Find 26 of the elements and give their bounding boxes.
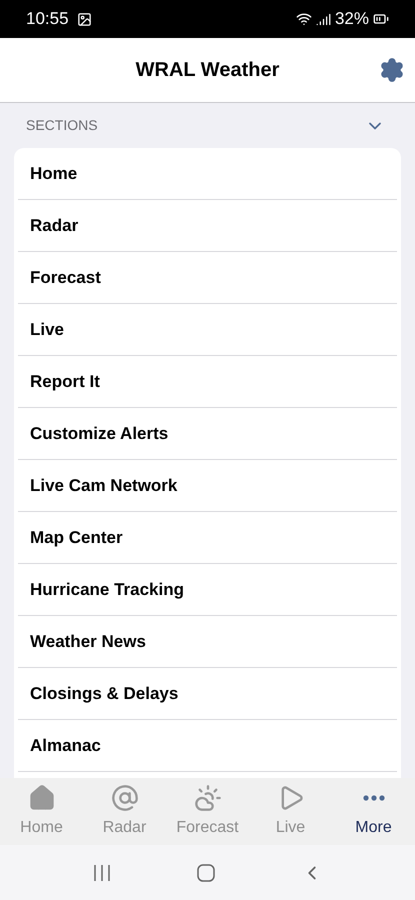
image-icon: [76, 12, 92, 26]
sections-header[interactable]: SECTIONS: [0, 103, 415, 148]
status-time: 10:55: [26, 8, 69, 30]
home-icon: [28, 784, 56, 812]
section-item[interactable]: Live Cam Network: [30, 472, 178, 498]
cloud-sun-icon: [194, 784, 222, 812]
sections-label: SECTIONS: [26, 116, 98, 135]
section-item[interactable]: Weather News: [30, 628, 146, 654]
section-item[interactable]: Live: [30, 316, 64, 342]
recent-apps-icon[interactable]: [92, 864, 112, 882]
section-item[interactable]: Customize Alerts: [30, 420, 168, 446]
section-item[interactable]: Radar: [30, 212, 78, 238]
section-item[interactable]: Forecast: [30, 264, 101, 290]
section-item[interactable]: Map Center: [30, 524, 123, 550]
battery-percent: 32%: [334, 8, 369, 30]
app-title: WRAL Weather: [136, 58, 280, 83]
section-item[interactable]: Hurricane Tracking: [30, 576, 184, 602]
home-button-icon[interactable]: [196, 862, 216, 882]
tab[interactable]: More: [332, 784, 415, 840]
section-item[interactable]: Almanac: [30, 732, 101, 758]
wifi-icon: [296, 11, 312, 27]
section-item[interactable]: Home: [30, 160, 78, 186]
more-icon: [362, 794, 384, 800]
section-item[interactable]: Closings & Delays: [30, 680, 178, 706]
section-item[interactable]: Report It: [30, 368, 100, 394]
signal-icon: [316, 12, 331, 26]
